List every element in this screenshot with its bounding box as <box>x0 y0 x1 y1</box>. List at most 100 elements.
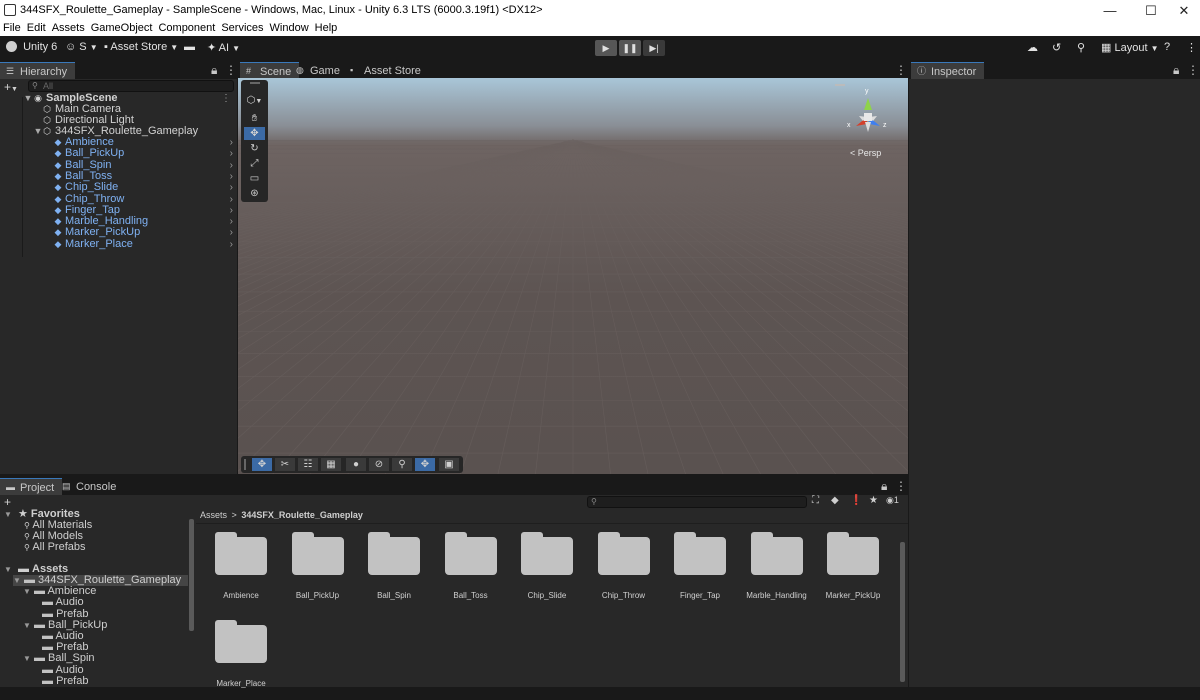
favorite-filter-button[interactable]: ★ <box>869 495 878 506</box>
tab-project[interactable]: ▬ Project <box>0 478 63 495</box>
cloud-button[interactable]: ☁ <box>1027 41 1038 56</box>
list-item[interactable]: ▼ ⬡ 344SFX_Roulette_Gameplay <box>0 126 237 137</box>
help-button[interactable]: ? <box>1164 41 1170 56</box>
folder-item[interactable]: Ball_Spin <box>354 532 434 612</box>
grid-scrollbar[interactable] <box>900 542 905 682</box>
perspective-toggle[interactable]: < Persp <box>850 148 881 158</box>
list-item[interactable]: ◆ Ball_PickUp › <box>0 148 237 160</box>
expand-arrow-icon[interactable]: ▼ <box>4 565 12 574</box>
folder-item[interactable]: Marker_Place <box>201 620 281 700</box>
undo-history-button[interactable]: ↺ <box>1052 41 1061 56</box>
lock-icon[interactable]: 🔒︎ <box>211 63 217 78</box>
filter-label-button[interactable]: ◆ <box>831 495 839 506</box>
chevron-right-icon[interactable]: › <box>230 205 233 216</box>
chevron-right-icon[interactable]: › <box>230 137 233 148</box>
splitter[interactable] <box>237 61 238 474</box>
pause-button[interactable]: ❚❚ <box>619 40 641 56</box>
folder-item[interactable]: Chip_Slide <box>507 532 587 612</box>
panel-menu-icon[interactable]: ⋮ <box>895 479 907 493</box>
folder-item[interactable]: Marble_Handling <box>737 532 817 612</box>
menu-component[interactable]: Component <box>155 21 218 34</box>
layout-dropdown[interactable]: ▦ Layout ▼ <box>1101 41 1158 56</box>
hidden-packages-toggle[interactable]: ◉1 <box>886 495 899 506</box>
splitter[interactable] <box>908 61 909 687</box>
draw-mode-dropdown[interactable]: ⬡▼ <box>243 94 266 107</box>
project-search-input[interactable]: ⚲ <box>587 496 807 508</box>
expand-arrow-icon[interactable]: ▼ <box>23 587 31 596</box>
scale-tool-button[interactable]: ⤢ <box>244 157 265 170</box>
menu-help[interactable]: Help <box>312 21 341 34</box>
panel-menu-icon[interactable]: ⋮ <box>895 63 907 77</box>
rotate-tool-button[interactable]: ↻ <box>244 142 265 155</box>
tree-item[interactable]: ▬ Prefab <box>33 675 88 687</box>
favorite-item[interactable]: ⚲ All Prefabs <box>24 542 86 553</box>
panel-menu-icon[interactable]: ⋮ <box>225 63 237 77</box>
search-scene-button[interactable]: ⚲ <box>392 458 412 471</box>
shading-mode-button[interactable]: ● <box>346 458 366 471</box>
list-item[interactable]: ◆ Ball_Toss › <box>0 170 237 182</box>
overlay-drag-handle[interactable] <box>250 82 260 84</box>
filter-type-button[interactable]: ⛶ <box>812 495 819 506</box>
play-button[interactable]: ▶ <box>595 40 617 56</box>
camera-settings-button[interactable]: ▣ <box>439 458 459 471</box>
chevron-right-icon[interactable]: › <box>230 239 233 250</box>
expand-arrow-icon[interactable]: ▼ <box>13 576 21 585</box>
toolbar-more-button[interactable]: ⋮ <box>1186 41 1197 56</box>
step-button[interactable]: ▶| <box>643 40 665 56</box>
menu-file[interactable]: File <box>0 21 24 34</box>
list-item[interactable]: ◆ Ball_Spin › <box>0 159 237 171</box>
tab-game[interactable]: ◍ Game <box>290 62 348 79</box>
scene-viewport[interactable]: y x z < Persp <box>238 78 908 474</box>
folder-item[interactable]: Ambience <box>201 532 281 612</box>
snap-settings-button[interactable]: ☷ <box>298 458 318 471</box>
expand-arrow-icon[interactable]: ▼ <box>23 621 31 630</box>
create-button[interactable]: +▼ <box>4 80 18 94</box>
chevron-right-icon[interactable]: › <box>230 171 233 182</box>
chevron-right-icon[interactable]: › <box>230 148 233 159</box>
folder-item[interactable]: Chip_Throw <box>584 532 664 612</box>
asset-store-dropdown[interactable]: ▪ Asset Store ▼ <box>104 41 178 56</box>
version-control-button[interactable]: ▬ <box>184 41 195 56</box>
list-item[interactable]: ◆ Chip_Slide › <box>0 182 237 194</box>
chevron-right-icon[interactable]: › <box>230 227 233 238</box>
tab-console[interactable]: ▤ Console <box>56 478 124 495</box>
expand-arrow-icon[interactable]: ▼ <box>23 654 31 663</box>
menu-edit[interactable]: Edit <box>24 21 49 34</box>
folder-item[interactable]: Ball_Toss <box>431 532 511 612</box>
scene-menu-icon[interactable]: ⋮ <box>221 93 231 104</box>
hand-tool-button[interactable]: ✋︎ <box>244 112 265 125</box>
create-asset-button[interactable]: + <box>4 495 11 509</box>
folder-item[interactable]: Finger_Tap <box>660 532 740 612</box>
menu-window[interactable]: Window <box>267 21 312 34</box>
menu-gameobject[interactable]: GameObject <box>88 21 156 34</box>
list-item[interactable]: ◆ Chip_Throw › <box>0 193 237 205</box>
panel-menu-icon[interactable]: ⋮ <box>1187 63 1199 77</box>
breadcrumb-assets[interactable]: Assets <box>200 510 227 520</box>
list-item[interactable]: ◆ Marker_Place › <box>0 238 237 250</box>
tab-asset-store[interactable]: ▪ Asset Store <box>344 62 429 79</box>
move-gizmo-button[interactable]: ✥ <box>415 458 435 471</box>
transform-tool-button[interactable]: ⊛ <box>244 187 265 200</box>
grid-settings-button[interactable]: ▦ <box>321 458 341 471</box>
menu-assets[interactable]: Assets <box>49 21 88 34</box>
overlay-drag-handle[interactable] <box>244 459 246 470</box>
expand-arrow-icon[interactable]: ▼ <box>23 93 33 103</box>
chevron-right-icon[interactable]: › <box>230 182 233 193</box>
folder-item[interactable]: Marker_PickUp <box>813 532 893 612</box>
filter-log-button[interactable]: ❗ <box>850 495 862 506</box>
search-button[interactable]: ⚲ <box>1077 41 1085 56</box>
orientation-gizmo[interactable]: y x z <box>845 88 890 138</box>
ai-dropdown[interactable]: ✦ AI ▼ <box>207 41 240 56</box>
tab-hierarchy[interactable]: ☰ Hierarchy <box>0 62 76 79</box>
tool-settings-button[interactable]: ✂ <box>275 458 295 471</box>
list-item[interactable]: ◆ Marker_PickUp › <box>0 227 237 239</box>
account-dropdown[interactable]: ☺ S ▼ <box>65 41 98 56</box>
chevron-right-icon[interactable]: › <box>230 194 233 205</box>
hierarchy-search-input[interactable]: ⚲ All <box>28 80 234 92</box>
rect-tool-button[interactable]: ▭ <box>244 172 265 185</box>
tab-inspector[interactable]: ⓘ Inspector <box>911 62 985 79</box>
splitter[interactable] <box>0 474 908 477</box>
move-tool-button[interactable]: ✥ <box>244 127 265 140</box>
gizmo-handle[interactable] <box>835 84 845 86</box>
tree-scrollbar[interactable] <box>189 519 194 631</box>
